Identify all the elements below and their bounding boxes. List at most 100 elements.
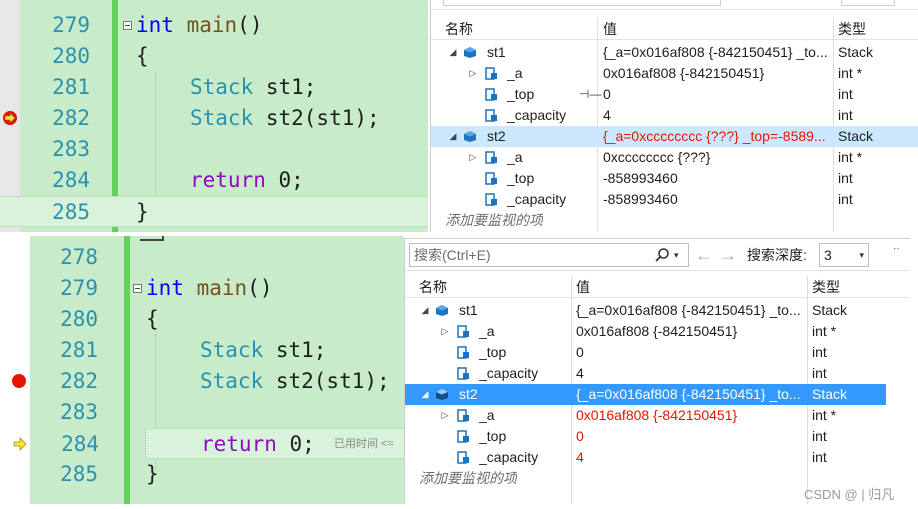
bottom-line-number: 284 (61, 432, 99, 456)
top-line-number: 282 (52, 106, 90, 130)
bottom-code-text: int main() (146, 276, 273, 300)
bottom-code-text: return 0; (201, 432, 315, 456)
top-line-number: 279 (52, 13, 90, 37)
search-icon[interactable] (654, 247, 670, 263)
watch-search-bar: 搜索(Ctrl+E) ▾ ← → 搜索深度: 3 ▾ ‥ (405, 239, 910, 271)
bottom-watch-row-st1[interactable]: ◢ st1 {_a=0x016af808 {-842150451} _to...… (405, 300, 910, 321)
collapse-box-icon[interactable] (123, 21, 132, 30)
field-icon (457, 367, 469, 380)
top-code-line-285: 285 } (0, 196, 428, 227)
pin-icon[interactable]: ⊣— (579, 84, 601, 105)
search-input[interactable]: 搜索(Ctrl+E) ▾ (409, 243, 689, 267)
current-statement-arrow-icon (13, 437, 27, 451)
top-code-line-280: 280 { (0, 41, 428, 72)
bottom-line-number: 278 (60, 245, 98, 269)
field-icon (457, 325, 469, 338)
top-code-text: Stack st2(st1); (190, 106, 380, 130)
bottom-watch-row-st1-capacity[interactable]: _capacity 4 int (405, 363, 910, 384)
variable-icon (464, 131, 476, 142)
collapse-arrow-icon[interactable]: ◢ (447, 42, 459, 63)
bottom-code-line-284: 284 return 0; 已用时间 <= (13, 428, 404, 460)
top-watch-window: 名称 值 类型 ◢ st1 {_a=0x016af808 {-842150451… (430, 0, 918, 232)
bottom-watch-window: 搜索(Ctrl+E) ▾ ← → 搜索深度: 3 ▾ ‥ 名称 值 类型 ◢ s… (404, 238, 910, 504)
bottom-watch-row-st2[interactable]: ◢ st2 {_a=0x016af808 {-842150451} _to...… (405, 384, 886, 405)
top-code-line-281: 281 Stack st1; (0, 72, 428, 103)
bottom-code-editor: 278 279 int main() 280 { 281 Stack st1; … (12, 236, 404, 504)
bottom-watch-row-st2-top[interactable]: _top 0 int (405, 426, 910, 447)
elapsed-time-hint[interactable]: 已用时间 <= (334, 429, 394, 460)
bottom-code-line-278: 278 (12, 242, 404, 273)
field-icon (457, 430, 469, 443)
bottom-watch-header: 名称 值 类型 (405, 276, 910, 298)
search-depth-label: 搜索深度: (747, 247, 807, 263)
collapse-arrow-icon[interactable]: ◢ (419, 300, 431, 321)
top-watch-header: 名称 值 类型 (431, 18, 918, 40)
expand-arrow-icon[interactable]: ▷ (467, 63, 479, 84)
field-icon (457, 451, 469, 464)
field-icon (485, 151, 497, 164)
collapse-arrow-icon[interactable]: ◢ (447, 126, 459, 147)
nav-back-icon[interactable]: ← (695, 243, 713, 267)
top-code-text: } (136, 200, 149, 224)
bottom-code-line-280: 280 { (12, 304, 404, 335)
top-watch-row-st2-capacity[interactable]: _capacity -858993460 int (431, 189, 918, 210)
variable-icon (464, 47, 476, 58)
top-line-number: 285 (52, 200, 90, 224)
column-header-value[interactable]: 值 (603, 18, 833, 40)
bottom-code-text: Stack st1; (200, 338, 327, 362)
bottom-watch-row-st2-capacity[interactable]: _capacity 4 int (405, 447, 910, 468)
field-icon (485, 193, 497, 206)
variable-icon (436, 305, 448, 316)
top-watch-row-st1-capacity[interactable]: _capacity 4 int (431, 105, 918, 126)
bottom-line-number: 281 (60, 338, 98, 362)
bottom-watch-row-st1-top[interactable]: _top 0 int (405, 342, 910, 363)
top-code-editor: 279 int main() 280 { 281 Stack st1; 282 … (0, 0, 428, 232)
expand-arrow-icon[interactable]: ▷ (467, 147, 479, 168)
bottom-code-line-281: 281 Stack st1; (12, 335, 404, 366)
expand-arrow-icon[interactable]: ▷ (439, 405, 451, 426)
bottom-line-number: 282 (60, 369, 98, 393)
bottom-code-line-279: 279 int main() (12, 273, 404, 304)
dropdown-chevron-icon: ▾ (859, 250, 864, 260)
column-header-name[interactable]: 名称 (445, 18, 595, 40)
top-code-text: return 0; (190, 168, 304, 192)
top-code-text: Stack st1; (190, 75, 317, 99)
previous-brace-fragment (140, 236, 164, 241)
top-line-number: 280 (52, 44, 90, 68)
bottom-code-line-282: 282 Stack st2(st1); (12, 366, 404, 397)
dropdown-chevron-icon[interactable]: ▾ (674, 244, 679, 266)
expand-arrow-icon[interactable]: ▷ (439, 321, 451, 342)
column-header-value[interactable]: 值 (576, 276, 806, 298)
top-watch-row-st2-a[interactable]: ▷ _a 0xcccccccc {???} int * (431, 147, 918, 168)
column-header-name[interactable]: 名称 (419, 276, 569, 298)
top-line-number: 281 (52, 75, 90, 99)
top-watch-row-st1[interactable]: ◢ st1 {_a=0x016af808 {-842150451} _to...… (431, 42, 918, 63)
breakpoint-icon[interactable] (12, 374, 26, 388)
nav-forward-icon[interactable]: → (719, 243, 737, 267)
variable-icon (436, 389, 448, 400)
field-icon (485, 109, 497, 122)
bottom-line-number: 280 (60, 307, 98, 331)
top-watch-row-st1-top[interactable]: _top ⊣— 0 int (431, 84, 918, 105)
bottom-code-text: { (146, 307, 159, 331)
top-code-text: int main() (136, 13, 263, 37)
column-header-type[interactable]: 类型 (812, 276, 882, 298)
top-add-watch-row[interactable]: 添加要监视的项 (431, 210, 918, 231)
collapse-box-icon[interactable] (133, 284, 142, 293)
search-depth-dropdown[interactable]: 3 ▾ (819, 243, 869, 267)
top-watch-row-st2-top[interactable]: _top -858993460 int (431, 168, 918, 189)
top-watch-row-st2[interactable]: ◢ st2 {_a=0xcccccccc {???} _top=-8589...… (431, 126, 918, 147)
top-code-line-279: 279 int main() (0, 10, 428, 41)
collapse-arrow-icon[interactable]: ◢ (419, 384, 431, 405)
top-code-line-282: 282 Stack st2(st1); (0, 103, 428, 134)
top-search-bar-cropped (431, 0, 918, 10)
bottom-code-line-283: 283 (12, 397, 404, 428)
field-icon (485, 67, 497, 80)
bottom-watch-row-st2-a[interactable]: ▷ _a 0x016af808 {-842150451} int * (405, 405, 910, 426)
top-watch-row-st1-a[interactable]: ▷ _a 0x016af808 {-842150451} int * (431, 63, 918, 84)
column-header-type[interactable]: 类型 (838, 18, 908, 40)
bottom-watch-row-st1-a[interactable]: ▷ _a 0x016af808 {-842150451} int * (405, 321, 910, 342)
overflow-icon[interactable]: ‥ (893, 241, 900, 252)
top-code-text: { (136, 44, 149, 68)
bottom-code-text: } (146, 462, 159, 486)
